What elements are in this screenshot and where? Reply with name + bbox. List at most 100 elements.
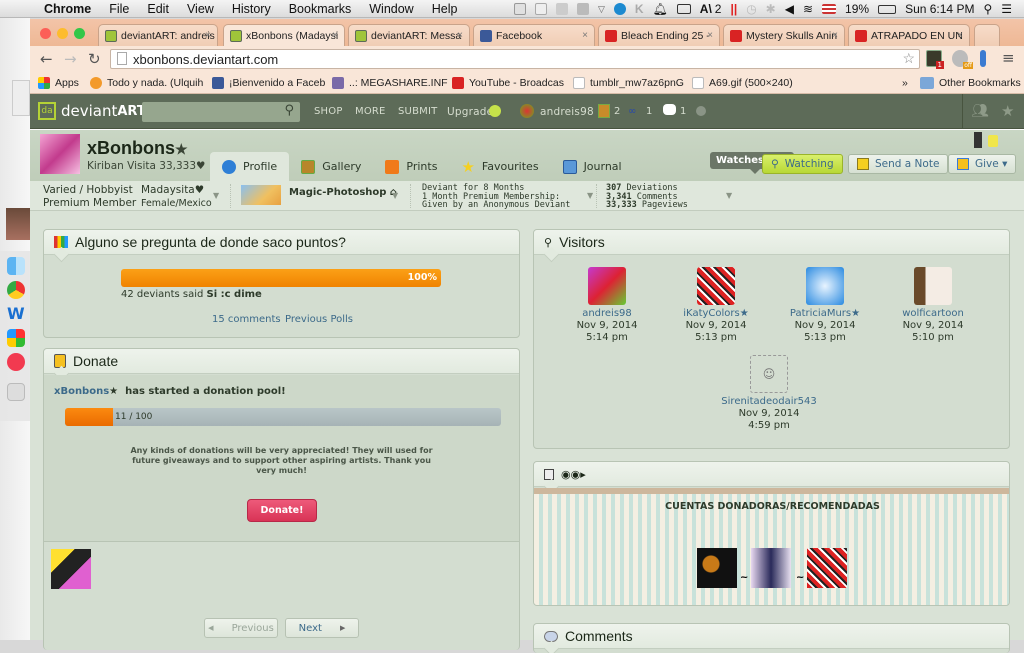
nav-submit[interactable]: SUBMIT [398, 106, 437, 117]
visitor-avatar[interactable] [588, 267, 626, 305]
display-icon[interactable] [676, 4, 691, 14]
microphone-extension-icon[interactable] [980, 50, 986, 67]
chrome-dock-icon[interactable] [7, 281, 25, 299]
search-icon[interactable]: ⚲ [284, 103, 294, 118]
give-button[interactable]: Give ▾ [948, 154, 1017, 174]
close-tab-icon[interactable]: × [205, 30, 211, 41]
friends-icon[interactable]: 👥︎ [971, 103, 989, 119]
bookmark-star-icon[interactable]: ☆ [902, 50, 915, 67]
spotlight-icon[interactable]: ⚲ [983, 2, 992, 16]
trash-icon[interactable] [7, 383, 25, 401]
visitor-avatar[interactable] [806, 267, 844, 305]
recommended-account-avatar[interactable] [751, 548, 791, 588]
tab-journal[interactable]: Journal [551, 152, 634, 181]
next-page-button[interactable]: Next ▶ [285, 618, 359, 638]
clock[interactable]: Sun 6:14 PM [905, 2, 974, 16]
desktop-file-icon[interactable] [12, 80, 30, 116]
nav-shop[interactable]: SHOP [314, 106, 343, 117]
notification-bell-icon[interactable]: 🔔︎ [653, 2, 668, 16]
menu-app-name[interactable]: Chrome [44, 2, 91, 16]
donor-user-link[interactable]: xBonbons [54, 386, 109, 397]
reload-button[interactable]: ↻ [88, 50, 102, 68]
points-badge-icon[interactable] [988, 135, 998, 147]
chrome-menu-icon[interactable]: ≡ [1002, 49, 1015, 67]
donate-button[interactable]: Donate! [247, 499, 317, 522]
new-tab-button[interactable] [974, 24, 1000, 46]
bookmark-item[interactable]: A69.gif (500×240) [692, 76, 793, 89]
recommended-account-avatar[interactable] [697, 548, 737, 588]
group-dropdown-icon[interactable]: ▼ [392, 191, 398, 200]
usb-icon[interactable] [576, 3, 589, 15]
browser-tab[interactable]: Facebook × [473, 24, 595, 46]
audio-blocked-icon[interactable] [534, 3, 547, 15]
more-bookmarks-button[interactable]: » [902, 77, 908, 89]
close-tab-icon[interactable]: × [832, 30, 838, 41]
tab-prints[interactable]: Prints [373, 152, 449, 181]
group-name[interactable]: Magic-Photoshop ⌂ [289, 187, 397, 199]
visitor-item[interactable]: iKatyColors★ Nov 9, 2014 5:13 pm [666, 267, 766, 344]
bookmark-apps[interactable]: Apps [38, 76, 79, 89]
membership-dropdown-icon[interactable]: ▼ [587, 191, 593, 200]
llama-badge-icon[interactable] [974, 132, 982, 148]
dropdown-icon[interactable]: ▽ [598, 4, 605, 15]
desktop-image-thumbnail[interactable] [6, 208, 30, 240]
finder-icon[interactable] [7, 257, 25, 275]
visitor-item[interactable]: PatriciaMurs★ Nov 9, 2014 5:13 pm [775, 267, 875, 344]
back-button[interactable]: ← [40, 50, 54, 68]
close-tab-icon[interactable]: × [332, 30, 338, 41]
address-bar[interactable]: xbonbons.deviantart.com ☆ [110, 49, 920, 69]
visitor-item[interactable]: ☺ Sirenitadeodair543 Nov 9, 2014 4:59 pm [719, 355, 819, 432]
send-note-button[interactable]: Send a Note [848, 154, 949, 174]
adobe-icon[interactable]: A\ [700, 2, 712, 16]
bookmark-item[interactable]: Todo y nada. (Ulquih [90, 76, 203, 89]
close-tab-icon[interactable]: × [582, 30, 588, 41]
menu-file[interactable]: File [109, 2, 129, 16]
username-link[interactable]: andreis98 [540, 106, 594, 118]
browser-tab[interactable]: Mystery Skulls Anin × [723, 24, 845, 46]
nav-more[interactable]: MORE [355, 106, 386, 117]
notifications-dropdown-icon[interactable] [696, 106, 706, 116]
profile-name[interactable]: xBonbons★ [87, 138, 188, 159]
shazam-icon[interactable] [613, 3, 626, 15]
battery-icon[interactable] [878, 4, 897, 14]
bookmark-item[interactable]: YouTube - Broadcas [452, 76, 564, 89]
favourites-star-icon[interactable]: ★ [1001, 102, 1014, 120]
bookmark-item[interactable]: ..: MEGASHARE.INF [332, 76, 448, 89]
deviations-notification-icon[interactable] [598, 104, 610, 118]
itunes-icon[interactable] [7, 353, 25, 371]
upgrade-star-icon[interactable] [489, 105, 501, 117]
menu-bookmarks[interactable]: Bookmarks [289, 2, 352, 16]
battery-percent[interactable]: 19% [845, 2, 869, 16]
user-avatar[interactable] [520, 104, 534, 118]
donor-avatar[interactable] [51, 549, 91, 589]
tab-favourites[interactable]: ★ Favourites [449, 152, 550, 181]
group-avatar[interactable] [241, 185, 281, 205]
menu-view[interactable]: View [187, 2, 214, 16]
browser-tab-active[interactable]: xBonbons (Madaysi × [223, 24, 345, 46]
tab-profile[interactable]: Profile [210, 152, 290, 181]
poll-comments-link[interactable]: 15 comments [212, 314, 281, 325]
details-dropdown-icon[interactable]: ▼ [213, 191, 219, 200]
nav-upgrade[interactable]: Upgrade [447, 106, 493, 118]
volume-icon[interactable]: ◀︎ [785, 2, 794, 16]
bookmark-item[interactable]: ¡Bienvenido a Faceb [212, 76, 325, 89]
watching-button[interactable]: ⚲ Watching [762, 154, 843, 174]
browser-tab[interactable]: deviantART: Messa × [348, 24, 470, 46]
menu-history[interactable]: History [232, 2, 271, 16]
k-app-icon[interactable]: K [635, 2, 644, 16]
visitor-item[interactable]: andreis98 Nov 9, 2014 5:14 pm [557, 267, 657, 344]
forward-button[interactable]: → [64, 50, 78, 68]
notification-center-icon[interactable]: ☰ [1001, 2, 1012, 16]
visitor-avatar[interactable] [914, 267, 952, 305]
close-tab-icon[interactable]: × [457, 30, 463, 41]
default-avatar-icon[interactable]: ☺ [750, 355, 788, 393]
visitor-avatar[interactable] [697, 267, 735, 305]
menu-help[interactable]: Help [432, 2, 458, 16]
messages-bubble-icon[interactable] [663, 104, 676, 115]
visitor-item[interactable]: wolficartoon Nov 9, 2014 5:10 pm [883, 267, 983, 344]
windows-parallels-icon[interactable] [7, 329, 25, 347]
time-machine-icon[interactable]: ◷ [746, 2, 756, 16]
search-input[interactable]: ⚲ [142, 102, 300, 122]
wifi-icon[interactable]: ≋ [803, 2, 813, 16]
close-window-button[interactable] [40, 28, 51, 39]
